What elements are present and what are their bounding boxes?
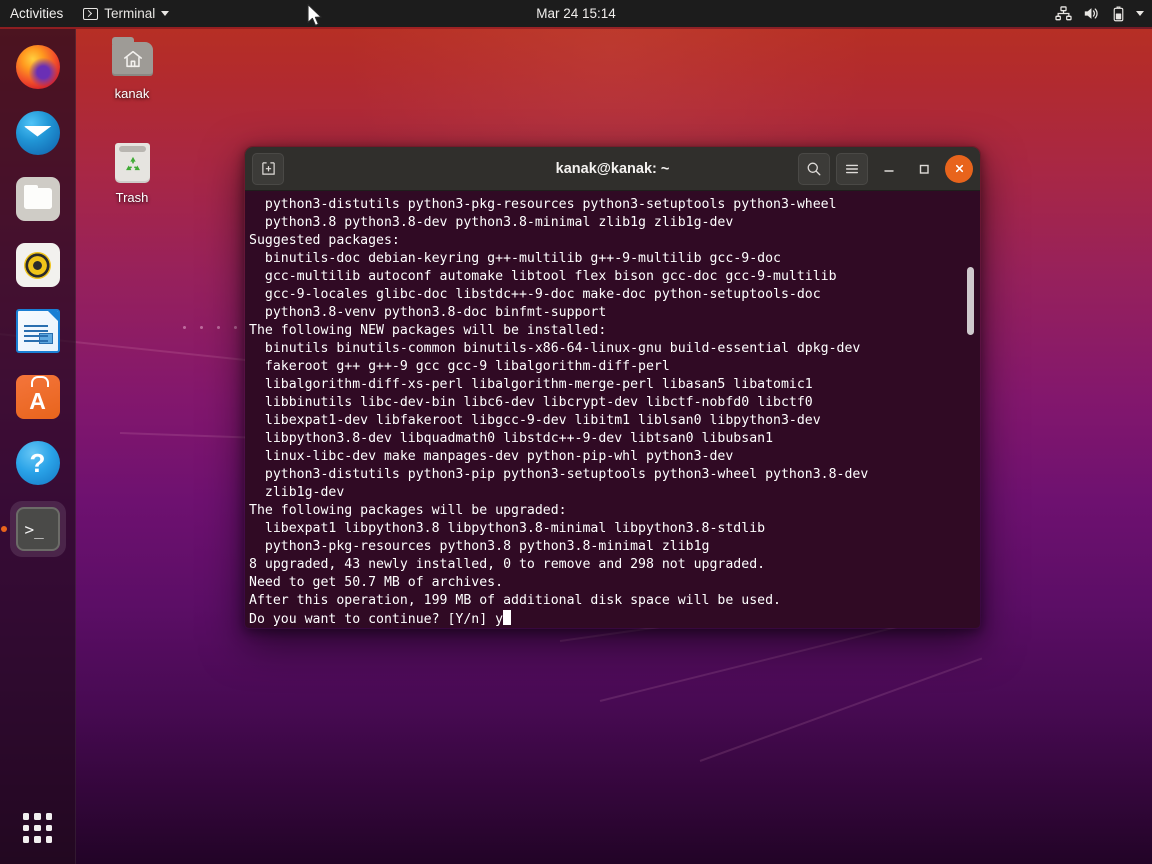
battery-icon [1113, 6, 1124, 21]
new-tab-button[interactable] [252, 152, 284, 185]
grid-dot [45, 813, 53, 820]
chevron-down-icon[interactable] [1136, 11, 1144, 16]
libreoffice-writer-icon [15, 309, 60, 353]
terminal-scrollbar-thumb[interactable] [967, 267, 974, 335]
dock-item-thunderbird[interactable] [10, 105, 66, 161]
rhythmbox-icon [15, 243, 60, 287]
show-applications-button[interactable] [16, 806, 60, 850]
minimize-icon [884, 169, 894, 172]
terminal-cursor [503, 610, 512, 625]
clock[interactable]: Mar 24 15:14 [486, 6, 666, 21]
system-tray[interactable] [1055, 0, 1144, 27]
search-button[interactable] [798, 152, 830, 185]
terminal-icon: >_ [15, 507, 60, 551]
maximize-button[interactable] [910, 155, 938, 183]
terminal-titlebar-controls [798, 152, 973, 185]
dock-item-firefox[interactable] [10, 39, 66, 95]
dock-item-help[interactable]: ? [10, 435, 66, 491]
network-wired-icon [1055, 6, 1072, 21]
home-folder-icon [108, 36, 156, 82]
close-button[interactable] [945, 154, 973, 183]
hamburger-menu-icon [845, 164, 859, 173]
grid-dot [45, 824, 53, 832]
help-glyph: ? [29, 447, 46, 478]
desktop-icon-label: Trash [115, 190, 149, 205]
search-icon [807, 162, 821, 175]
wallpaper-line [699, 657, 983, 762]
grid-dot [22, 813, 30, 820]
terminal-glyph: >_ [24, 519, 44, 539]
terminal-window[interactable]: kanak@kanak: ~ python3-distutils python3… [244, 146, 981, 629]
new-tab-icon [261, 162, 275, 175]
help-icon: ? [15, 441, 60, 485]
dock-item-libreoffice-writer[interactable] [10, 303, 66, 359]
terminal-icon [83, 7, 99, 20]
trash-icon [108, 140, 156, 186]
terminal-body[interactable]: python3-distutils python3-pkg-resources … [245, 191, 980, 628]
dock-item-ubuntu-software[interactable]: A [10, 369, 66, 425]
menu-button[interactable] [836, 152, 868, 185]
firefox-icon [15, 45, 60, 89]
app-menu-label: Terminal [104, 6, 156, 21]
terminal-scrollbar[interactable] [964, 191, 976, 628]
dock-item-rhythmbox[interactable] [10, 237, 66, 293]
files-icon [15, 177, 60, 221]
grid-dot [22, 824, 30, 832]
ubuntu-software-icon: A [15, 375, 60, 419]
grid-dot [34, 836, 41, 843]
grid-dot [22, 836, 30, 843]
dock: A ? >_ [0, 29, 76, 864]
app-menu-terminal[interactable]: Terminal [75, 0, 177, 27]
terminal-output: python3-distutils python3-pkg-resources … [249, 197, 869, 627]
grid-dot [34, 824, 41, 832]
grid-dot [34, 813, 41, 820]
ubuntu-software-glyph: A [29, 388, 46, 414]
topbar: Activities Terminal Mar 24 15:14 [0, 0, 1152, 27]
close-icon [955, 164, 963, 173]
minimize-button[interactable] [875, 155, 903, 183]
topbar-accent-line [0, 27, 1152, 29]
grid-dot [45, 836, 53, 843]
activities-button[interactable]: Activities [0, 6, 75, 21]
volume-icon [1084, 8, 1098, 19]
desktop-icon-home-folder[interactable]: kanak [90, 36, 174, 101]
maximize-icon [919, 164, 929, 174]
thunderbird-icon [15, 111, 60, 155]
terminal-titlebar[interactable]: kanak@kanak: ~ [245, 147, 980, 191]
dock-item-terminal[interactable]: >_ [0, 501, 66, 557]
desktop-icon-trash[interactable]: Trash [90, 140, 174, 205]
dock-item-files[interactable] [10, 171, 66, 227]
desktop-icon-label: kanak [114, 86, 150, 101]
chevron-down-icon [161, 11, 170, 16]
